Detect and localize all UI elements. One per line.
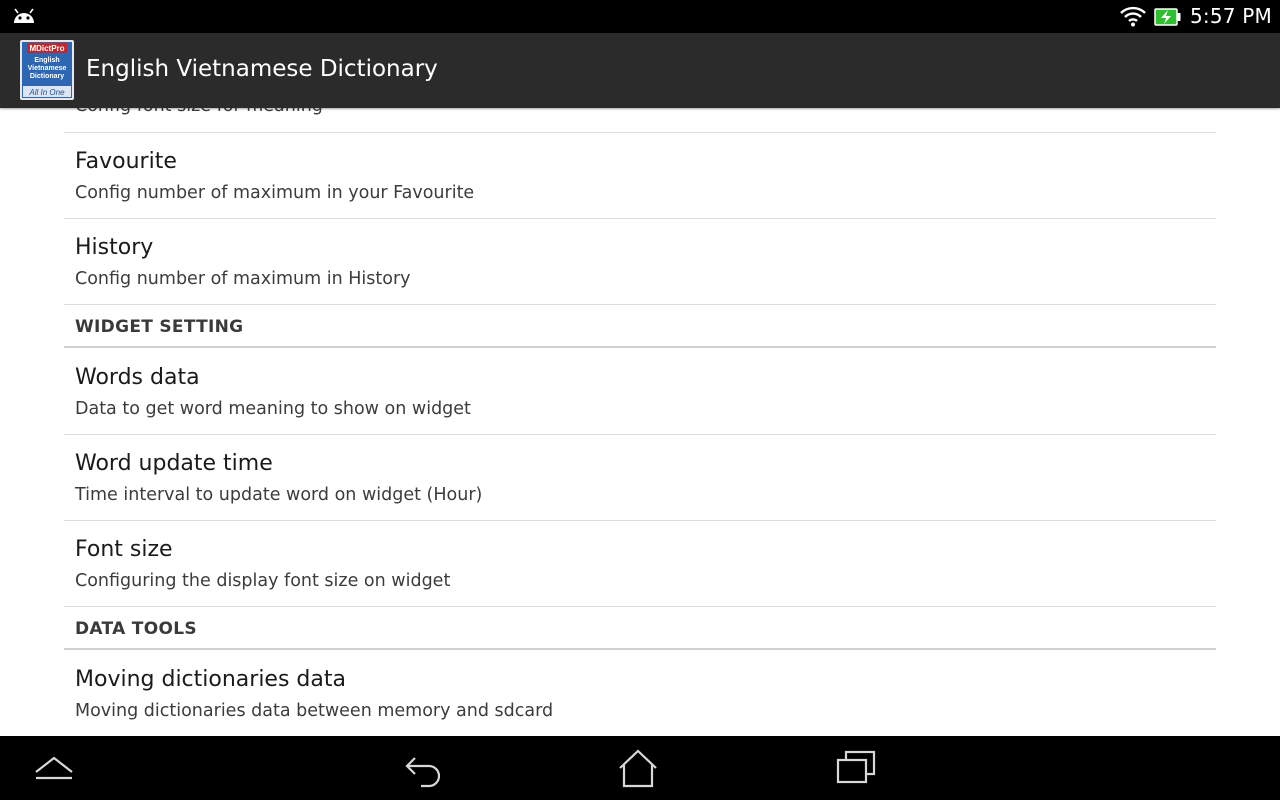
battery-charging-icon bbox=[1154, 8, 1182, 30]
pref-item-word-update-time[interactable]: Word update time Time interval to update… bbox=[64, 435, 1216, 521]
section-label: WIDGET SETTING bbox=[75, 317, 244, 337]
pref-summary: Time interval to update word on widget (… bbox=[75, 485, 483, 505]
pref-summary: Config font size for meaning bbox=[75, 108, 323, 116]
pref-summary: Moving dictionaries data between memory … bbox=[75, 701, 554, 721]
navigation-bar bbox=[0, 736, 1280, 800]
status-clock: 5:57 PM bbox=[1190, 4, 1272, 28]
pref-summary: Data to get word meaning to show on widg… bbox=[75, 399, 471, 419]
pref-item-words-data[interactable]: Words data Data to get word meaning to s… bbox=[64, 349, 1216, 435]
app-logo-icon[interactable]: MDictPro English Vietnamese Dictionary A… bbox=[19, 39, 75, 101]
pref-item-favourite[interactable]: Favourite Config number of maximum in yo… bbox=[64, 133, 1216, 219]
logo-top-text: MDictPro bbox=[29, 44, 64, 53]
pref-summary: Configuring the display font size on wid… bbox=[75, 571, 451, 591]
action-bar: MDictPro English Vietnamese Dictionary A… bbox=[0, 33, 1280, 108]
status-bar: 5:57 PM bbox=[0, 0, 1280, 33]
recent-apps-icon[interactable] bbox=[828, 746, 884, 790]
section-label: DATA TOOLS bbox=[75, 619, 197, 639]
pref-title: History bbox=[75, 235, 154, 260]
logo-line-2: Vietnamese bbox=[28, 65, 67, 72]
preferences-list[interactable]: Config font size for meaning Favourite C… bbox=[0, 108, 1280, 736]
section-header-data-tools: DATA TOOLS bbox=[64, 610, 1216, 650]
android-debug-icon bbox=[12, 7, 36, 29]
pref-summary: Config number of maximum in History bbox=[75, 269, 411, 289]
home-icon[interactable] bbox=[610, 746, 666, 790]
pref-title: Font size bbox=[75, 537, 173, 562]
back-icon[interactable] bbox=[395, 746, 451, 790]
pref-summary: Config number of maximum in your Favouri… bbox=[75, 183, 475, 203]
app-title: English Vietnamese Dictionary bbox=[86, 56, 438, 82]
pref-title: Words data bbox=[75, 365, 200, 390]
pref-title: Moving dictionaries data bbox=[75, 667, 346, 692]
logo-bottom-text: All In One bbox=[28, 88, 65, 97]
pref-item-moving-data[interactable]: Moving dictionaries data Moving dictiona… bbox=[64, 651, 1216, 736]
pref-item-font-size[interactable]: Font size Configuring the display font s… bbox=[64, 521, 1216, 607]
pref-item-meaning-font-size[interactable]: Config font size for meaning bbox=[64, 108, 1216, 133]
pref-title: Word update time bbox=[75, 451, 273, 476]
pref-item-history[interactable]: History Config number of maximum in Hist… bbox=[64, 219, 1216, 305]
section-header-widget-setting: WIDGET SETTING bbox=[64, 308, 1216, 348]
logo-line-3: Dictionary bbox=[30, 73, 64, 80]
logo-line-1: English bbox=[34, 57, 59, 64]
wifi-icon bbox=[1119, 5, 1147, 31]
pref-title: Favourite bbox=[75, 149, 177, 174]
up-chevron-icon[interactable] bbox=[26, 746, 82, 790]
